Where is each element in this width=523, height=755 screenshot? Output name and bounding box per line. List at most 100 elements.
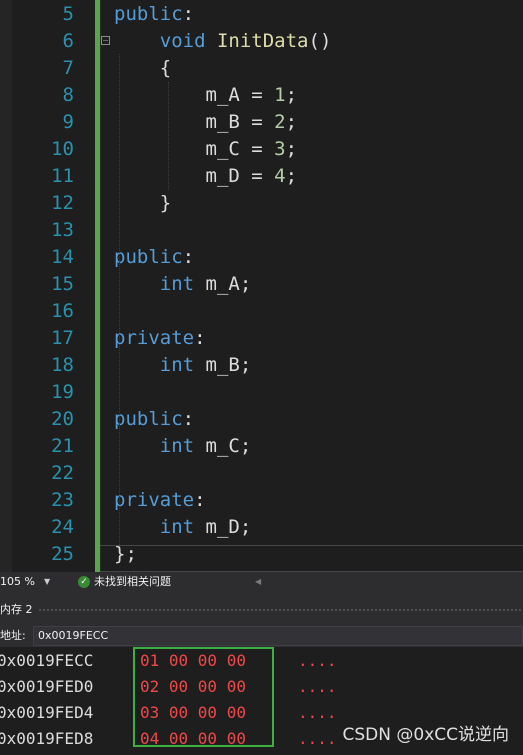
line-number: 16 [51, 300, 74, 322]
memory-address: 0x0019FED0 [0, 677, 94, 696]
code-text: m_D = 4; [114, 163, 298, 190]
code-line[interactable]: 17 private: [0, 325, 523, 352]
keyword-token: public [114, 408, 183, 430]
code-token: m_B = [114, 111, 275, 133]
line-number: 10 [51, 138, 74, 160]
watermark: CSDN @0xCC说逆向 [342, 725, 510, 745]
indent-guide [168, 82, 169, 190]
code-line[interactable]: 19 [0, 379, 523, 406]
code-text: public: [114, 406, 194, 433]
number-token: 4 [274, 165, 286, 187]
code-line[interactable]: 9 m_B = 2; [0, 109, 523, 136]
line-number: 18 [51, 354, 74, 376]
code-text: public: [114, 1, 194, 28]
code-token: m_A = [114, 84, 275, 106]
code-line[interactable]: 18 int m_B; [0, 352, 523, 379]
code-text: int m_B; [114, 352, 252, 379]
code-token: () [308, 30, 332, 52]
keyword-token: private [114, 489, 195, 511]
issues-status[interactable]: 未找到相关问题 [94, 574, 171, 590]
code-line[interactable]: 22 [0, 460, 523, 487]
code-token: m_C; [194, 435, 252, 457]
code-token: ; [285, 165, 298, 187]
memory-ascii: .... [298, 729, 337, 748]
line-number: 12 [51, 192, 74, 214]
code-line[interactable]: 13 [0, 217, 523, 244]
memory-window-title-bar[interactable]: 内存 2 [0, 592, 523, 625]
code-token: ; [285, 84, 298, 106]
line-number: 14 [51, 246, 74, 268]
code-text: m_B = 2; [114, 109, 298, 136]
memory-ascii: .... [298, 703, 337, 722]
keyword-token: int [159, 354, 195, 376]
code-line[interactable]: 6 void InitData() [0, 28, 523, 55]
memory-window-title: 内存 2 [0, 603, 33, 616]
code-line[interactable]: 11 m_D = 4; [0, 163, 523, 190]
code-line[interactable]: 8 m_A = 1; [0, 82, 523, 109]
code-editor[interactable]: 5 public: 6 void InitData() 7 {8 m_A = 1; 9 … [0, 0, 523, 572]
line-number: 22 [51, 462, 74, 484]
zoom-level[interactable]: 105 % [0, 574, 35, 590]
collapse-icon[interactable]: − [101, 36, 110, 45]
function-token: InitData [216, 30, 309, 52]
current-line-highlight [100, 545, 523, 572]
memory-ascii: .... [298, 651, 337, 670]
code-token: : [182, 408, 195, 430]
memory-address: 0x0019FECC [0, 651, 94, 670]
keyword-token: public [114, 246, 183, 268]
keyword-token: public [114, 3, 183, 25]
code-line[interactable]: 15 int m_A; [0, 271, 523, 298]
code-line[interactable]: 10 m_C = 3; [0, 136, 523, 163]
code-token: m_C = [114, 138, 275, 160]
code-line[interactable]: 20 public: [0, 406, 523, 433]
code-token: m_D = [114, 165, 275, 187]
code-text: private: [114, 487, 206, 514]
code-token: } [114, 192, 172, 214]
line-number: 5 [62, 3, 74, 25]
code-text: m_A = 1; [114, 82, 298, 109]
memory-address: 0x0019FED4 [0, 703, 94, 722]
code-line[interactable]: 16 [0, 298, 523, 325]
line-number: 6 [62, 30, 74, 52]
highlight-box [133, 647, 274, 747]
keyword-token: int [159, 435, 195, 457]
address-input[interactable]: 0x0019FECC [33, 626, 523, 646]
address-bar: 地址: 0x0019FECC [0, 625, 523, 647]
code-token: m_A; [194, 273, 252, 295]
code-token: ; [285, 111, 298, 133]
code-text: m_C = 3; [114, 136, 298, 163]
code-text: void InitData() [114, 28, 332, 55]
line-number: 15 [51, 273, 74, 295]
memory-address: 0x0019FED8 [0, 729, 94, 748]
code-line[interactable]: 5 public: [0, 1, 523, 28]
code-token: m_B; [194, 354, 252, 376]
number-token: 1 [274, 84, 286, 106]
code-token: : [182, 3, 195, 25]
code-text: int m_A; [114, 271, 252, 298]
drag-grip[interactable] [38, 608, 523, 612]
zoom-dropdown-icon[interactable]: ▼ [44, 574, 50, 590]
line-number: 8 [62, 84, 74, 106]
line-number: 9 [62, 111, 74, 133]
scroll-left-icon[interactable]: ◀ [255, 574, 261, 590]
code-token: : [182, 246, 195, 268]
editor-status-bar: 105 % ▼ ✓ 未找到相关问题 ◀ [0, 572, 523, 592]
line-number: 24 [51, 516, 74, 538]
keyword-token: int [159, 273, 195, 295]
code-token: { [114, 57, 172, 79]
code-line[interactable]: 23 private: [0, 487, 523, 514]
line-number: 13 [51, 219, 74, 241]
code-line[interactable]: 24 int m_D; [0, 514, 523, 541]
line-number: 17 [51, 327, 74, 349]
code-text: } [114, 190, 171, 217]
number-token: 2 [274, 111, 286, 133]
code-text: int m_C; [114, 433, 252, 460]
code-line[interactable]: 7 { [0, 55, 523, 82]
code-line[interactable]: 12 } [0, 190, 523, 217]
code-line[interactable]: 14 public: [0, 244, 523, 271]
code-line[interactable]: 21 int m_C; [0, 433, 523, 460]
